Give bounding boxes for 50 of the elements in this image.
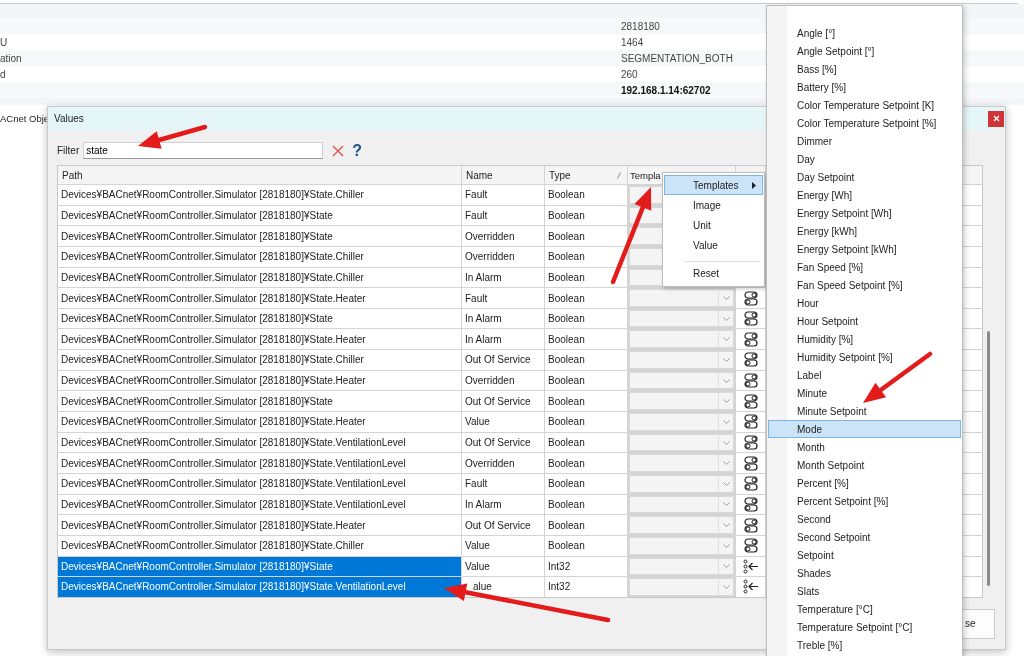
table-cell: Boolean [545, 391, 627, 412]
property-label: U [0, 36, 9, 48]
table-cell: Out Of Service [462, 515, 544, 535]
table-cell: Overridden [462, 370, 544, 391]
property-label: d [0, 68, 7, 80]
table-cell: Boolean [545, 515, 627, 535]
filter-label: Filter [57, 145, 80, 156]
table-cell: Boolean [545, 246, 627, 267]
table-cell: Overridden [462, 226, 544, 246]
table-cell: Fault [462, 205, 544, 226]
property-value: SEGMENTATION_BOTH [621, 52, 734, 64]
table-cell: Fault [462, 473, 544, 494]
table-cell: Boolean [545, 535, 627, 556]
table-cell: In Alarm [462, 329, 544, 350]
table-cell: Boolean [545, 412, 627, 432]
table-cell: Value [462, 535, 544, 556]
table-cell: alue [462, 577, 544, 597]
table-cell: Boolean [545, 432, 627, 453]
table-cell: Boolean [545, 308, 627, 329]
property-value: 192.168.1.14:62702 [621, 84, 712, 96]
table-cell: Out Of Service [462, 391, 544, 412]
property-value: 1464 [621, 36, 645, 48]
table-cell: Fault [462, 288, 544, 308]
table-cell: Overridden [462, 453, 544, 473]
table-cell: In Alarm [462, 494, 544, 515]
table-cell: Boolean [545, 494, 627, 515]
table-cell: Boolean [545, 473, 627, 494]
table-cell: Boolean [545, 267, 627, 288]
table-cell: Fault [462, 185, 544, 205]
table-cell: Int32 [545, 577, 627, 597]
table-cell: Boolean [545, 370, 627, 391]
table-cell: Boolean [545, 205, 627, 226]
table-cell: Boolean [545, 453, 627, 473]
table-cell: Boolean [545, 288, 627, 308]
table-cell: In Alarm [462, 267, 544, 288]
table-cell: Overridden [462, 246, 544, 267]
property-label: ation [0, 52, 23, 64]
property-value: 2818180 [621, 20, 661, 32]
table-cell: In Alarm [462, 308, 544, 329]
table-cell: Boolean [545, 329, 627, 350]
property-value: 260 [621, 68, 639, 80]
table-cell: Int32 [545, 556, 627, 577]
table-cell: Boolean [545, 226, 627, 246]
table-cell: Boolean [545, 185, 627, 205]
table-cell: Out Of Service [462, 350, 544, 370]
table-cell: Value [462, 412, 544, 432]
table-cell: Boolean [545, 350, 627, 370]
table-cell: Out Of Service [462, 432, 544, 453]
dialog-title: Values [54, 113, 84, 124]
table-cell: Value [462, 556, 544, 577]
